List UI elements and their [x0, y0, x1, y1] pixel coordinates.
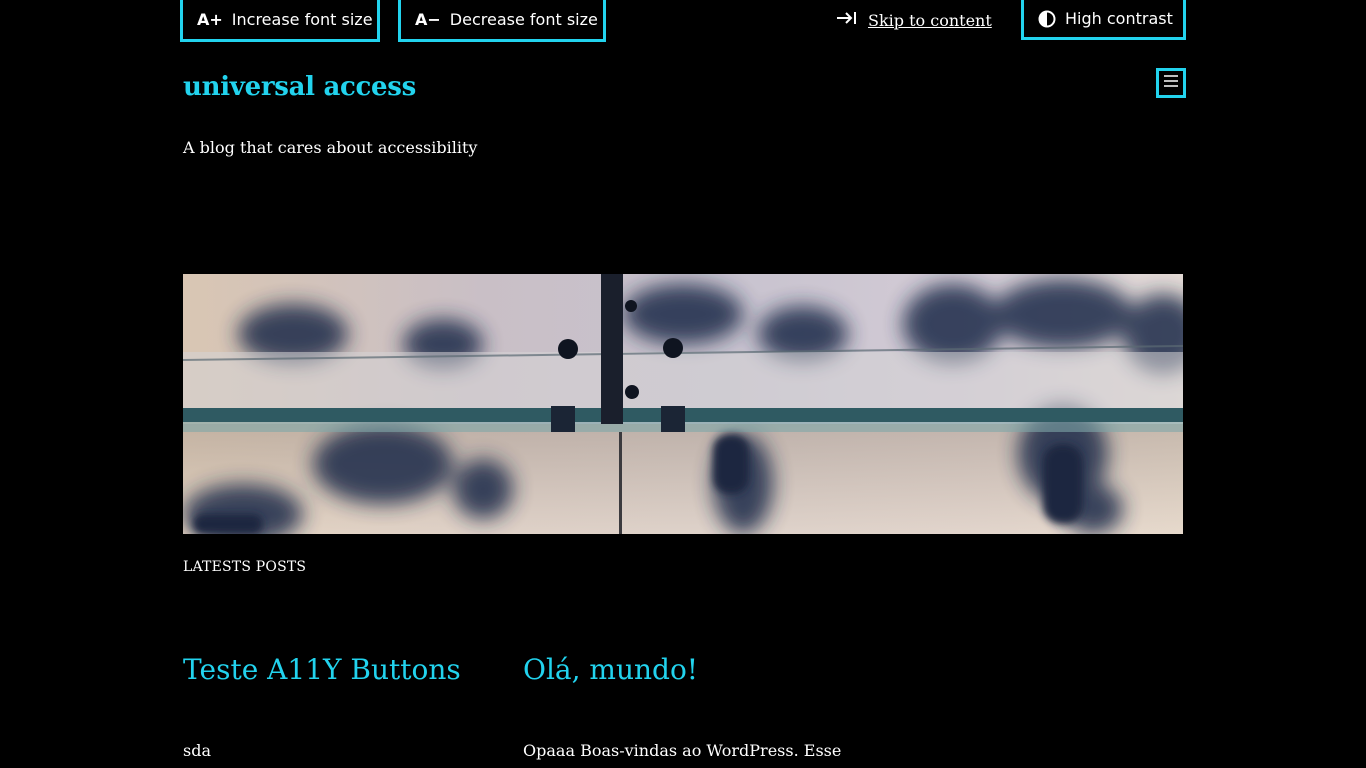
half-circle-contrast-icon: [1038, 10, 1056, 28]
font-decrease-icon: A−: [415, 10, 441, 29]
decrease-font-size-label: Decrease font size: [449, 10, 598, 29]
post-excerpt: Opaaa Boas-vindas ao WordPress. Esse: [523, 741, 842, 760]
increase-font-size-button[interactable]: A+ Increase font size: [180, 0, 380, 42]
menu-toggle-button[interactable]: [1156, 68, 1186, 98]
skip-to-content[interactable]: Skip to content: [836, 8, 992, 32]
header-image: [183, 274, 1183, 534]
hamburger-menu-icon: [1163, 74, 1179, 93]
post-title[interactable]: Olá, mundo!: [523, 653, 698, 686]
site-tagline: A blog that cares about accessibility: [183, 138, 478, 157]
post-title[interactable]: Teste A11Y Buttons: [183, 653, 461, 686]
post-excerpt: sda: [183, 741, 211, 760]
arrow-right-to-bar-icon: [836, 10, 858, 30]
high-contrast-label: High contrast: [1065, 9, 1173, 28]
latest-posts-heading: LATESTS POSTS: [183, 559, 307, 575]
decrease-font-size-button[interactable]: A− Decrease font size: [398, 0, 606, 42]
page: A+ Increase font size A− Decrease font s…: [0, 0, 1366, 768]
site-title[interactable]: universal access: [183, 72, 416, 102]
increase-font-size-label: Increase font size: [231, 10, 373, 29]
skip-to-content-link[interactable]: Skip to content: [868, 11, 992, 30]
high-contrast-button[interactable]: High contrast: [1021, 0, 1186, 40]
font-increase-icon: A+: [197, 10, 223, 29]
